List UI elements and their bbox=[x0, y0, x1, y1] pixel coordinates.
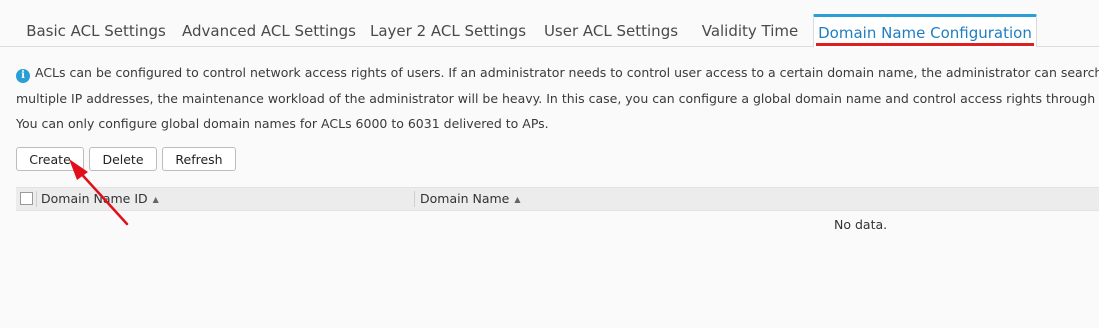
empty-table-message: No data. bbox=[834, 217, 888, 232]
info-line-3: You can only configure global domain nam… bbox=[16, 116, 549, 131]
info-line-1: i ACLs can be configured to control netwo… bbox=[16, 60, 1099, 86]
sort-ascending-icon[interactable]: ▲ bbox=[514, 195, 520, 204]
create-button[interactable]: Create bbox=[16, 147, 84, 171]
column-header-domain-name[interactable]: Domain Name ▲ bbox=[420, 188, 521, 210]
tab-advanced-acl-settings[interactable]: Advanced ACL Settings bbox=[176, 14, 362, 46]
column-header-domain-name-id[interactable]: Domain Name ID ▲ bbox=[41, 188, 159, 210]
tab-validity-time[interactable]: Validity Time bbox=[688, 14, 812, 46]
tab-layer2-acl-settings[interactable]: Layer 2 ACL Settings bbox=[362, 14, 534, 46]
info-icon: i bbox=[16, 69, 30, 83]
sort-ascending-icon[interactable]: ▲ bbox=[153, 195, 159, 204]
tab-label: Basic ACL Settings bbox=[26, 22, 166, 40]
tab-label: User ACL Settings bbox=[543, 22, 679, 40]
delete-button[interactable]: Delete bbox=[89, 147, 157, 171]
tab-basic-acl-settings[interactable]: Basic ACL Settings bbox=[16, 14, 176, 46]
table-header: Domain Name ID ▲ Domain Name ▲ bbox=[16, 187, 1099, 211]
column-label: Domain Name ID bbox=[41, 191, 148, 206]
info-text: ACLs can be configured to control networ… bbox=[35, 65, 1099, 80]
tab-label: Domain Name Configuration bbox=[816, 24, 1034, 46]
tab-label: Advanced ACL Settings bbox=[182, 22, 356, 40]
tab-domain-name-configuration[interactable]: Domain Name Configuration bbox=[813, 14, 1037, 48]
info-line-2: multiple IP addresses, the maintenance w… bbox=[16, 90, 1099, 106]
column-divider bbox=[414, 191, 415, 207]
tab-label: Validity Time bbox=[701, 22, 799, 40]
refresh-button[interactable]: Refresh bbox=[162, 147, 236, 171]
column-divider bbox=[36, 191, 37, 207]
column-label: Domain Name bbox=[420, 191, 510, 206]
select-all-checkbox[interactable] bbox=[20, 192, 33, 205]
tab-bar: Basic ACL Settings Advanced ACL Settings… bbox=[0, 0, 1099, 48]
tab-label: Layer 2 ACL Settings bbox=[369, 22, 527, 40]
info-message: i ACLs can be configured to control netwo… bbox=[16, 60, 1099, 137]
tab-user-acl-settings[interactable]: User ACL Settings bbox=[534, 14, 688, 46]
